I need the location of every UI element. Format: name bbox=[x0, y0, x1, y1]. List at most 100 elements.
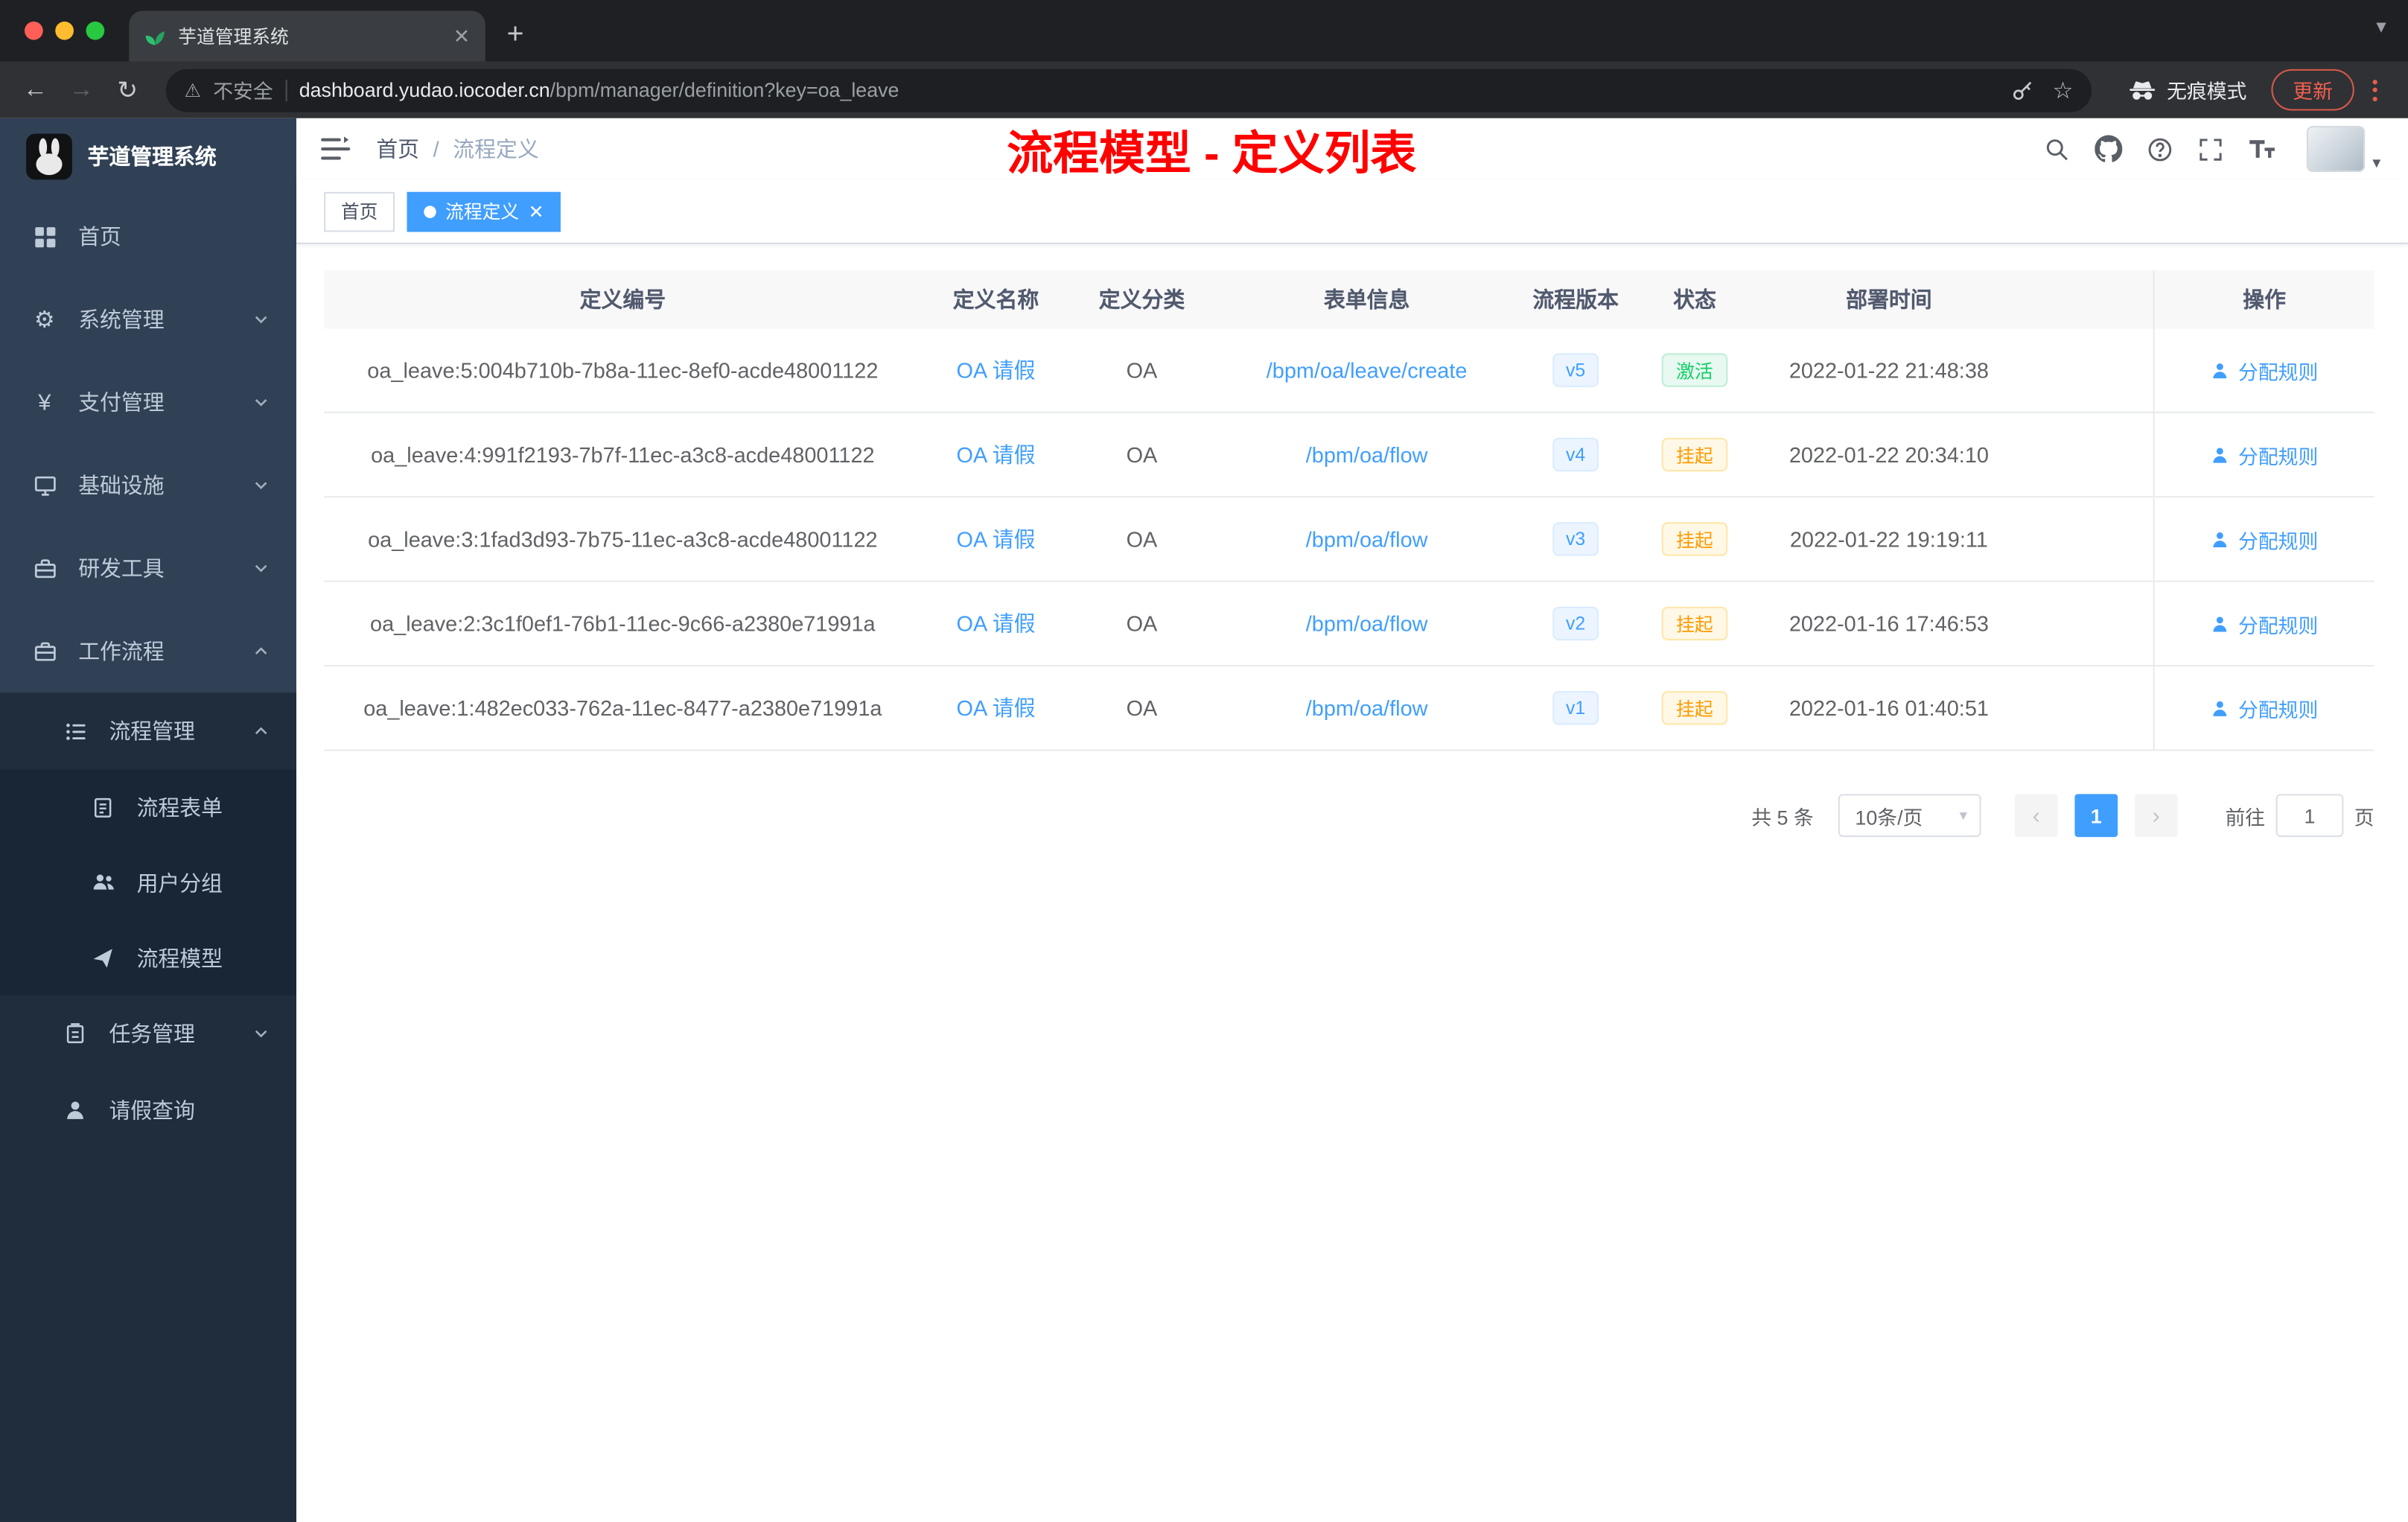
tag-close-icon[interactable]: ✕ bbox=[529, 200, 544, 222]
definition-name-link[interactable]: OA 请假 bbox=[957, 354, 1036, 385]
form-link[interactable]: /bpm/oa/flow bbox=[1306, 442, 1428, 467]
incognito-label: 无痕模式 bbox=[2167, 80, 2247, 104]
zoom-window-button[interactable] bbox=[86, 21, 105, 40]
bookmark-star-icon[interactable]: ☆ bbox=[2053, 76, 2074, 104]
form-link[interactable]: /bpm/oa/leave/create bbox=[1267, 358, 1468, 383]
col-deploy-time: 部署时间 bbox=[1846, 287, 1932, 312]
tab-close-icon[interactable]: ✕ bbox=[453, 24, 470, 48]
fullscreen-icon[interactable] bbox=[2198, 136, 2224, 162]
font-size-icon[interactable] bbox=[2249, 137, 2276, 162]
sidebar-item-home[interactable]: 首页 bbox=[0, 195, 296, 278]
definition-name-link[interactable]: OA 请假 bbox=[957, 523, 1036, 554]
definition-name-link[interactable]: OA 请假 bbox=[957, 692, 1036, 723]
forward-icon[interactable]: → bbox=[62, 76, 102, 104]
tag-process-definition[interactable]: 流程定义 ✕ bbox=[407, 191, 561, 232]
sidebar-item-process-form[interactable]: 流程表单 bbox=[0, 769, 297, 845]
sidebar-item-leave-query[interactable]: 请假查询 bbox=[0, 1072, 296, 1149]
assign-rule-link[interactable]: 分配规则 bbox=[2211, 355, 2318, 384]
person-icon bbox=[2214, 700, 2228, 716]
browser-menu-icon[interactable] bbox=[2360, 79, 2392, 101]
sidebar-item-system[interactable]: ⚙ 系统管理 bbox=[0, 278, 296, 360]
tag-home[interactable]: 首页 bbox=[324, 191, 395, 232]
help-icon[interactable] bbox=[2147, 136, 2173, 162]
new-tab-button[interactable]: + bbox=[507, 19, 524, 52]
url-text: dashboard.yudao.iocoder.cn/bpm/manager/d… bbox=[299, 78, 899, 101]
col-definition-name: 定义名称 bbox=[952, 287, 1039, 312]
form-link[interactable]: /bpm/oa/flow bbox=[1306, 526, 1428, 551]
sidebar-item-process-mgmt[interactable]: 流程管理 bbox=[0, 692, 296, 769]
definition-id: oa_leave:1:482ec033-762a-11ec-8477-a2380… bbox=[363, 695, 882, 721]
next-page-button[interactable]: › bbox=[2134, 794, 2178, 838]
definition-name-link[interactable]: OA 请假 bbox=[957, 608, 1036, 639]
sidebar-toggle-icon[interactable] bbox=[321, 136, 351, 163]
sidebar-item-label: 请假查询 bbox=[109, 1098, 195, 1123]
app-logo bbox=[26, 133, 72, 180]
security-label: 不安全 bbox=[213, 80, 273, 104]
top-navbar: 首页 / 流程定义 流程模型 - 定义列表 ▼ bbox=[296, 118, 2408, 179]
main-area: 首页 / 流程定义 流程模型 - 定义列表 ▼ 首页 流程定义 ✕ 定义编号 定… bbox=[296, 118, 2408, 1522]
definition-id: oa_leave:3:1fad3d93-7b75-11ec-a3c8-acde4… bbox=[368, 526, 878, 552]
toolbox-icon bbox=[31, 557, 58, 580]
chevron-up-icon bbox=[255, 727, 267, 735]
sidebar-item-devtools[interactable]: 研发工具 bbox=[0, 526, 296, 609]
version-badge: v1 bbox=[1552, 691, 1599, 725]
sidebar-item-infrastructure[interactable]: 基础设施 bbox=[0, 444, 296, 526]
chevron-down-icon: ▾ bbox=[1959, 806, 1967, 824]
github-icon[interactable] bbox=[2095, 135, 2123, 163]
close-window-button[interactable] bbox=[25, 21, 43, 40]
tab-title: 芋道管理系统 bbox=[178, 26, 289, 48]
definition-name-link[interactable]: OA 请假 bbox=[957, 439, 1036, 470]
sidebar-item-label: 工作流程 bbox=[78, 639, 165, 663]
assign-rule-link[interactable]: 分配规则 bbox=[2211, 524, 2318, 553]
yen-icon: ¥ bbox=[38, 389, 51, 415]
definition-id: oa_leave:2:3c1f0ef1-76b1-11ec-9c66-a2380… bbox=[370, 611, 876, 636]
form-link[interactable]: /bpm/oa/flow bbox=[1306, 611, 1428, 636]
minimize-window-button[interactable] bbox=[55, 21, 74, 40]
users-icon bbox=[89, 870, 117, 894]
sidebar-item-workflow[interactable]: 工作流程 bbox=[0, 610, 296, 692]
deploy-time: 2022-01-22 19:19:11 bbox=[1789, 526, 1988, 552]
assign-rule-link[interactable]: 分配规则 bbox=[2211, 440, 2318, 469]
sidebar-item-task-mgmt[interactable]: 任务管理 bbox=[0, 996, 296, 1072]
definition-category: OA bbox=[1126, 526, 1158, 552]
url-host: dashboard.yudao.iocoder.cn bbox=[299, 78, 550, 102]
search-icon[interactable] bbox=[2044, 136, 2070, 162]
sidebar-item-user-group[interactable]: 用户分组 bbox=[0, 844, 297, 920]
back-icon[interactable]: ← bbox=[16, 76, 56, 104]
goto-page-input[interactable] bbox=[2275, 794, 2344, 838]
url-path: /bpm/manager/definition?key=oa_leave bbox=[550, 78, 899, 102]
reload-icon[interactable]: ↻ bbox=[107, 74, 147, 105]
avatar[interactable] bbox=[2307, 126, 2366, 172]
current-page-button[interactable]: 1 bbox=[2074, 794, 2118, 838]
assign-rule-link[interactable]: 分配规则 bbox=[2211, 693, 2318, 722]
page-size-select[interactable]: 10条/页 ▾ bbox=[1838, 794, 1981, 838]
deploy-time: 2022-01-16 17:46:53 bbox=[1789, 611, 1989, 636]
form-link[interactable]: /bpm/oa/flow bbox=[1306, 695, 1428, 720]
address-bar[interactable]: ⚠ 不安全 dashboard.yudao.iocoder.cn/bpm/man… bbox=[165, 68, 2092, 112]
col-status: 状态 bbox=[1673, 287, 1716, 312]
user-menu[interactable]: ▼ bbox=[2307, 126, 2383, 172]
key-icon[interactable] bbox=[2010, 77, 2034, 102]
version-badge: v3 bbox=[1552, 522, 1599, 556]
sidebar-item-payment[interactable]: ¥ 支付管理 bbox=[0, 361, 296, 444]
monitor-icon bbox=[31, 474, 58, 497]
assign-rule-link[interactable]: 分配规则 bbox=[2211, 609, 2318, 638]
divider bbox=[285, 79, 287, 101]
update-button[interactable]: 更新 bbox=[2271, 69, 2354, 111]
tag-label: 首页 bbox=[340, 201, 378, 223]
chevron-down-icon bbox=[255, 316, 267, 324]
page-size-value: 10条/页 bbox=[1855, 805, 1923, 829]
browser-tab[interactable]: 芋道管理系统 ✕ bbox=[129, 10, 485, 62]
sidebar-item-label: 流程管理 bbox=[109, 719, 195, 744]
app-title: 芋道管理系统 bbox=[87, 144, 217, 169]
window-controls bbox=[0, 21, 129, 62]
person-icon bbox=[2214, 447, 2228, 462]
sidebar-item-process-model[interactable]: 流程模型 bbox=[0, 920, 297, 996]
prev-page-button[interactable]: ‹ bbox=[2014, 794, 2058, 838]
breadcrumb-home[interactable]: 首页 bbox=[376, 133, 419, 164]
chevron-down-icon[interactable]: ▼ bbox=[2373, 19, 2389, 37]
caret-down-icon: ▼ bbox=[2369, 155, 2383, 171]
person-icon bbox=[2214, 363, 2228, 378]
col-definition-category: 定义分类 bbox=[1098, 287, 1185, 312]
version-badge: v2 bbox=[1552, 606, 1599, 641]
